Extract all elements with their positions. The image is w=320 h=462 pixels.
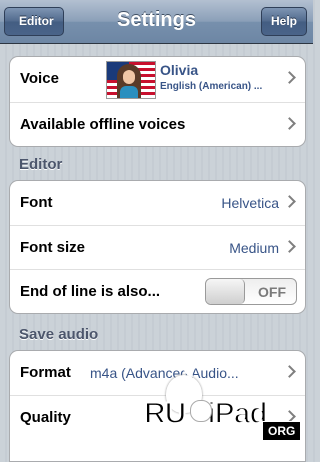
chevron-right-icon — [283, 195, 296, 208]
help-button[interactable]: Help — [260, 7, 307, 36]
offline-voices-label: Available offline voices — [20, 116, 186, 133]
editor-group: Font Helvetica Font size Medium End of l… — [9, 180, 306, 314]
font-size-value: Medium — [229, 240, 279, 256]
toggle-knob[interactable] — [206, 279, 245, 304]
save-audio-section-header: Save audio — [19, 326, 99, 343]
font-row[interactable]: Font Helvetica — [10, 181, 305, 225]
quality-label: Quality — [20, 409, 71, 426]
end-of-line-toggle[interactable]: OFF — [205, 278, 297, 305]
end-of-line-label: End of line is also... — [20, 283, 161, 300]
voice-name: Olivia — [160, 62, 199, 78]
end-of-line-row: End of line is also... OFF — [10, 269, 305, 313]
voice-label: Voice — [20, 70, 59, 87]
us-flag-avatar-icon — [106, 61, 156, 99]
chevron-right-icon — [283, 117, 296, 130]
watermark-org-badge: ORG — [262, 421, 302, 441]
format-label: Format — [20, 364, 71, 381]
font-value: Helvetica — [221, 195, 279, 211]
font-label: Font — [20, 194, 53, 211]
font-size-label: Font size — [20, 239, 86, 256]
font-size-row[interactable]: Font size Medium — [10, 225, 305, 269]
chevron-right-icon — [283, 240, 296, 253]
voice-group: Voice Olivia English (American) ... Avai… — [9, 56, 306, 147]
ru-ipad-watermark: RU iPad ORG — [140, 365, 310, 445]
editor-section-header: Editor — [19, 156, 63, 173]
toggle-state: OFF — [258, 284, 286, 300]
offline-voices-row[interactable]: Available offline voices — [10, 102, 305, 146]
chevron-right-icon — [283, 71, 296, 84]
navigation-bar: Editor Settings Help — [0, 0, 313, 44]
voice-row[interactable]: Voice Olivia English (American) ... — [10, 57, 305, 102]
watermark-dot-icon — [190, 400, 212, 422]
olivia-avatar — [117, 64, 141, 98]
voice-language: English (American) ... — [160, 81, 263, 92]
